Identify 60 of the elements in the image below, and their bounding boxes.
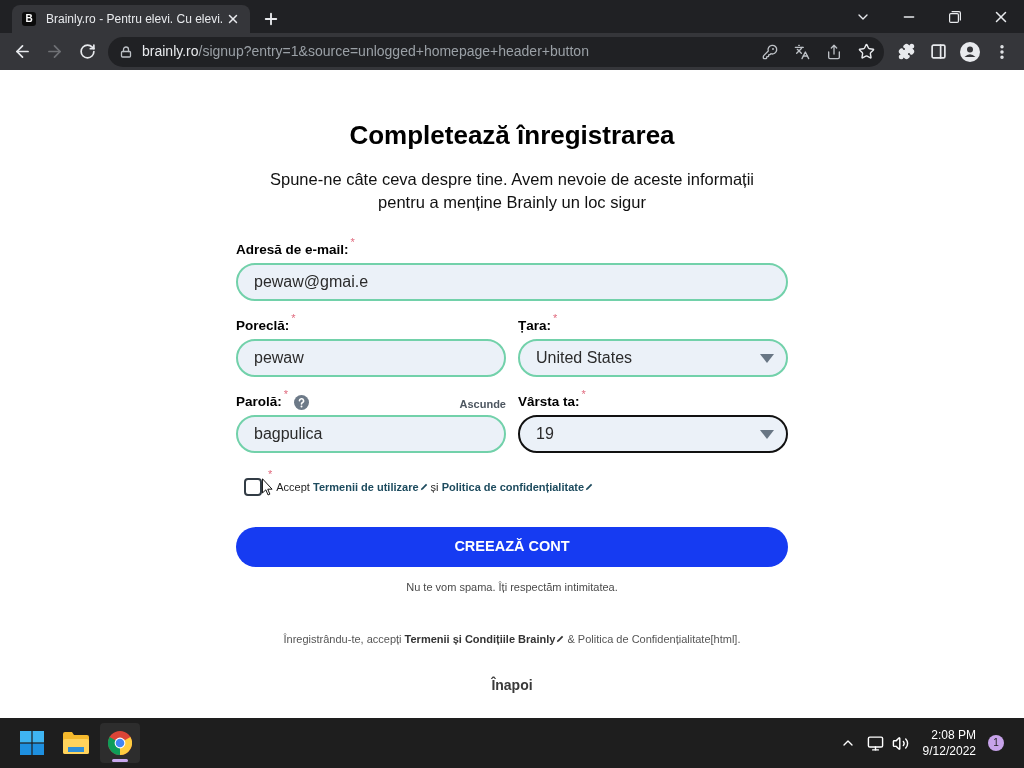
text-link[interactable]: Politica de confidențialitate <box>441 480 594 493</box>
page-title: Completează înregistrarea <box>348 120 676 150</box>
text-link[interactable]: Termenii de utilizare <box>313 480 428 493</box>
clock-button[interactable]: 2:08 PM 9/12/2022 <box>922 727 976 759</box>
privacy-note: Nu te vom spama. Îți respectăm intimitatea. <box>405 580 619 595</box>
speaker-icon[interactable] <box>891 734 909 752</box>
bookmark-star-icon[interactable] <box>857 43 875 60</box>
pencil-icon <box>556 635 565 643</box>
field-label: Parolă: <box>236 393 282 411</box>
email-field[interactable]: pewaw@gmai.e <box>236 263 788 301</box>
text-link[interactable]: Termenii și Condițiile Brainly <box>404 633 565 645</box>
terms-notice: Înregistrându-te, accepți Termenii și Condițiile Brainly & Politica de Confidențialitate[html]. <box>283 632 741 647</box>
address-bar[interactable]: brainly.ro/signup?entry=1&source=unlogged+homepage+header+button <box>108 36 884 67</box>
site-favicon: B <box>22 12 36 26</box>
page-subtitle: Spune-ne câte ceva despre tine. Avem nevoie de aceste informații pentru a menține Brainly un loc sigur <box>269 169 755 213</box>
nickname-field[interactable]: pewaw <box>236 339 506 377</box>
extensions-icon[interactable] <box>897 43 915 60</box>
profile-icon[interactable] <box>960 41 980 62</box>
field-label: Țara: <box>518 317 551 335</box>
required-asterisk: * <box>283 389 289 400</box>
hide-password-link[interactable]: Ascunde <box>459 395 506 413</box>
consent-text: Accept Termenii de utilizare și Politica de confidențialitate <box>276 478 594 496</box>
required-asterisk: * <box>350 237 355 248</box>
create-account-button[interactable]: CREEAZĂ CONT <box>236 527 788 567</box>
field-label: Adresă de e-mail: <box>236 241 349 259</box>
chrome-logo-icon[interactable] <box>108 731 132 755</box>
dropdown-arrow-icon <box>760 429 774 439</box>
close-icon[interactable] <box>226 12 240 26</box>
browser-tab[interactable]: B Brainly.ro - Pentru elevi. Cu elevi. <box>12 5 250 33</box>
field-label: Poreclă: <box>236 317 290 335</box>
reload-icon[interactable] <box>78 43 96 60</box>
restore-icon[interactable] <box>949 10 961 23</box>
key-icon[interactable] <box>762 43 778 60</box>
translate-icon[interactable] <box>794 43 810 60</box>
required-asterisk: * <box>581 389 586 400</box>
required-asterisk: * <box>291 313 296 324</box>
folder-icon[interactable] <box>63 732 89 754</box>
active-indicator <box>112 759 128 762</box>
help-icon[interactable] <box>294 395 310 410</box>
side-panel-icon[interactable] <box>929 43 947 60</box>
country-select[interactable]: United States <box>518 339 788 377</box>
pencil-icon <box>419 482 428 491</box>
windows-logo-icon[interactable] <box>20 731 44 755</box>
back-link[interactable]: Înapoi <box>491 675 533 695</box>
new-tab-icon[interactable] <box>262 10 280 28</box>
age-select[interactable]: 19 <box>518 415 788 453</box>
checkbox[interactable] <box>244 478 262 496</box>
pencil-icon <box>585 482 594 491</box>
required-asterisk: * <box>268 469 273 480</box>
share-icon[interactable] <box>826 43 842 60</box>
password-field[interactable]: bagpulica <box>236 415 506 453</box>
mouse-cursor-icon <box>262 478 273 496</box>
monitor-icon[interactable] <box>866 734 884 752</box>
notification-badge[interactable]: 1 <box>988 735 1004 751</box>
dropdown-arrow-icon <box>760 353 774 363</box>
taskbar-app-button[interactable] <box>100 723 140 763</box>
url-text: brainly.ro/signup?entry=1&source=unlogged+homepage+header+button <box>142 42 590 61</box>
field-label: Vârsta ta: <box>518 393 580 411</box>
lock-icon[interactable] <box>120 45 132 58</box>
required-asterisk: * <box>553 313 558 324</box>
